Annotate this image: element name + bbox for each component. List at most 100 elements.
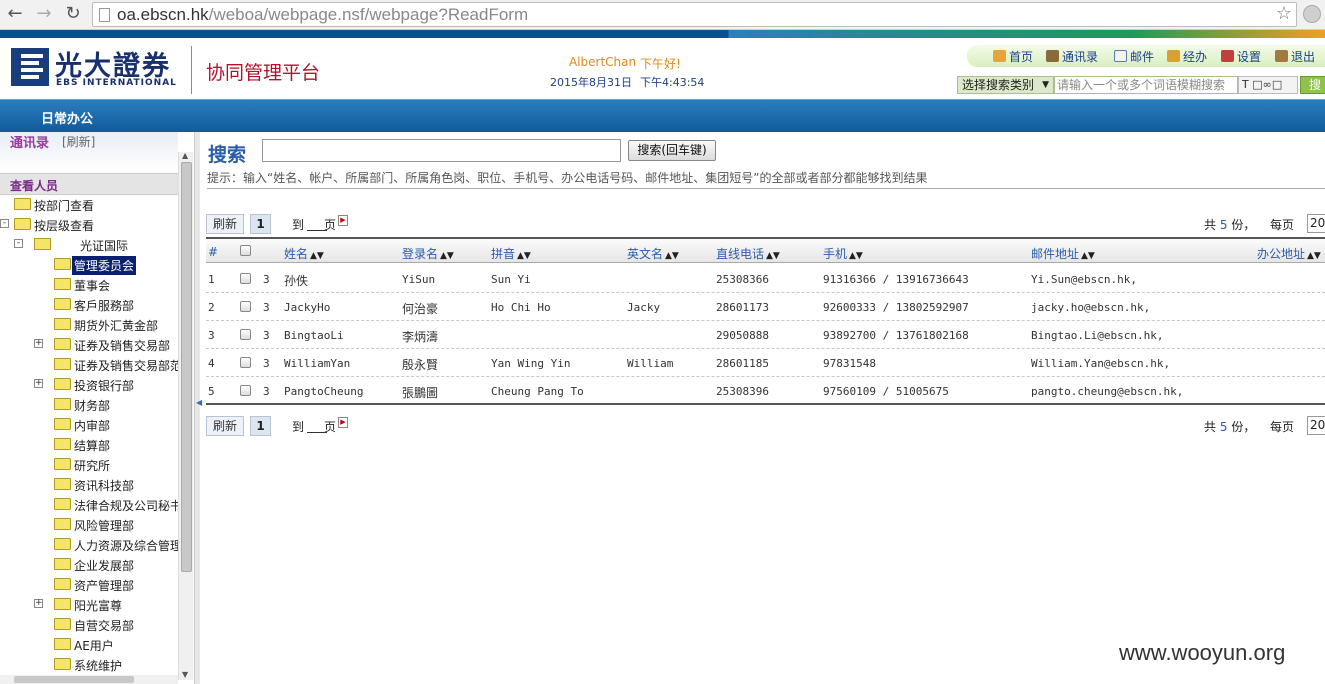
col-direct-phone[interactable]: 直线电话 ▲▼	[716, 245, 780, 262]
tree-item[interactable]: 资产管理部	[0, 575, 178, 595]
nav-daily-office[interactable]: 日常办公	[41, 108, 93, 127]
expand-icon[interactable]: +	[34, 379, 43, 388]
tasks-link[interactable]: 经办	[1167, 48, 1207, 65]
search-button[interactable]: 搜索(回车键)	[628, 140, 716, 161]
address-bar[interactable]: oa.ebscn.hk/weboa/webpage.nsf/webpage?Re…	[92, 2, 1297, 27]
sort-icon[interactable]: ▲▼	[665, 251, 679, 261]
row-checkbox[interactable]	[240, 329, 251, 340]
tree-item[interactable]: 企业发展部	[0, 555, 178, 575]
cell-name[interactable]: PangtoCheung	[284, 385, 363, 398]
attach-icon[interactable]: ∞	[1263, 78, 1272, 91]
page-number-button[interactable]: 1	[250, 416, 271, 436]
table-row[interactable]: 5 3 PangtoCheung 張鵬圖 Cheung Pang To 25308396 9…	[206, 377, 1325, 405]
back-icon[interactable]: ←	[4, 3, 26, 25]
goto-arrow-icon[interactable]: ▶	[338, 417, 348, 428]
global-search-button[interactable]: 搜	[1300, 76, 1325, 94]
sidebar-refresh-link[interactable]: [刷新]	[62, 133, 95, 150]
col-english[interactable]: 英文名 ▲▼	[627, 245, 679, 262]
contact-search-input[interactable]	[262, 139, 621, 162]
cell-name[interactable]: JackyHo	[284, 301, 330, 314]
folder-icon	[54, 658, 71, 670]
row-checkbox[interactable]	[240, 301, 251, 312]
mail-link[interactable]: 邮件	[1114, 48, 1154, 65]
forward-icon[interactable]: →	[33, 3, 55, 25]
sort-icon[interactable]: ▲▼	[1081, 251, 1095, 261]
cell-name[interactable]: WilliamYan	[284, 357, 350, 370]
page-number-button[interactable]: 1	[250, 214, 271, 234]
sort-icon[interactable]: ▲▼	[849, 251, 863, 261]
col-email[interactable]: 邮件地址 ▲▼	[1031, 245, 1095, 262]
tree-item[interactable]: 结算部	[0, 435, 178, 455]
sort-icon[interactable]: ▲▼	[440, 251, 454, 261]
tree-item[interactable]: 期货外汇黄金部	[0, 315, 178, 335]
col-mobile-label: 手机	[823, 247, 848, 261]
tree-item[interactable]: 证券及销售交易部范	[0, 355, 178, 375]
tree-item[interactable]: 客戶服務部	[0, 295, 178, 315]
sidebar-hscrollbar[interactable]	[0, 675, 178, 684]
option-checkbox-icon[interactable]: □	[1252, 78, 1262, 91]
hscrollbar-thumb[interactable]	[14, 676, 134, 683]
tree-item[interactable]: - 光证国际	[0, 235, 178, 255]
col-pinyin[interactable]: 拼音 ▲▼	[491, 245, 531, 262]
browser-menu-icon[interactable]	[1303, 5, 1321, 23]
collapse-icon[interactable]: -	[14, 239, 23, 248]
bookmark-star-icon[interactable]: ☆	[1276, 3, 1292, 24]
tree-item[interactable]: AE用户	[0, 635, 178, 655]
reload-icon[interactable]: ↻	[62, 3, 84, 25]
settings-link[interactable]: 设置	[1221, 48, 1261, 65]
tree-item[interactable]: 内审部	[0, 415, 178, 435]
tree-item[interactable]: 资讯科技部	[0, 475, 178, 495]
per-page-input[interactable]: 20	[1307, 214, 1325, 233]
search-category-select[interactable]: 选择搜索类别 ▼	[957, 76, 1054, 94]
select-all-checkbox[interactable]	[240, 245, 251, 256]
table-row[interactable]: 4 3 WilliamYan 殷永賢 Yan Wing Yin William 286011…	[206, 349, 1325, 377]
collapse-icon[interactable]: -	[0, 219, 9, 228]
expand-icon[interactable]: +	[34, 339, 43, 348]
sort-icon[interactable]: ▲▼	[517, 251, 531, 261]
logout-link[interactable]: 退出	[1275, 48, 1315, 65]
sidebar-scrollbar[interactable]: ▲ ▼	[178, 151, 193, 680]
cell-name[interactable]: 孙佚	[284, 272, 308, 289]
col-office[interactable]: 办公地址 ▲▼	[1257, 245, 1321, 262]
per-page-input[interactable]: 20	[1307, 416, 1325, 435]
table-row[interactable]: 2 3 JackyHo 何治豪 Ho Chi Ho Jacky 28601173 926003…	[206, 293, 1325, 321]
table-row[interactable]: 3 3 BingtaoLi 李炳濤 29050888 93892700 / 1376180…	[206, 321, 1325, 349]
row-checkbox[interactable]	[240, 273, 251, 284]
sort-icon[interactable]: ▲▼	[1307, 251, 1321, 261]
refresh-button[interactable]: 刷新	[206, 416, 244, 436]
tree-item[interactable]: 自营交易部	[0, 615, 178, 635]
tree-item[interactable]: 财务部	[0, 395, 178, 415]
col-name[interactable]: 姓名 ▲▼	[284, 245, 324, 262]
tree-item[interactable]: 研究所	[0, 455, 178, 475]
tree-item[interactable]: + 投资银行部	[0, 375, 178, 395]
tree-item[interactable]: + 阳光富尊	[0, 595, 178, 615]
scroll-up-icon[interactable]: ▲	[182, 151, 188, 160]
col-login[interactable]: 登录名 ▲▼	[402, 245, 454, 262]
row-checkbox[interactable]	[240, 385, 251, 396]
table-row[interactable]: 1 3 孙佚 YiSun Sun Yi 25308366 91316366 / 139167…	[206, 265, 1325, 293]
home-link[interactable]: 首页	[993, 48, 1033, 65]
contacts-link[interactable]: 通讯录	[1046, 48, 1098, 65]
scroll-down-icon[interactable]: ▼	[182, 670, 188, 679]
tree-item[interactable]: + 证券及销售交易部	[0, 335, 178, 355]
global-search-input[interactable]: 请输入一个或多个词语模糊搜索	[1054, 76, 1238, 94]
tree-item[interactable]: 风险管理部	[0, 515, 178, 535]
cell-name[interactable]: BingtaoLi	[284, 329, 344, 342]
row-checkbox[interactable]	[240, 357, 251, 368]
expand-icon[interactable]: +	[34, 599, 43, 608]
col-mobile[interactable]: 手机 ▲▼	[823, 245, 863, 262]
tree-item[interactable]: 董事会	[0, 275, 178, 295]
sort-icon[interactable]: ▲▼	[310, 251, 324, 261]
tree-item[interactable]: 人力资源及综合管理	[0, 535, 178, 555]
tree-item[interactable]: 法律合规及公司秘书	[0, 495, 178, 515]
option-checkbox-icon-2[interactable]: □	[1272, 78, 1282, 91]
tree-item[interactable]: 系统维护	[0, 655, 178, 675]
scrollbar-thumb[interactable]	[181, 162, 192, 572]
goto-arrow-icon[interactable]: ▶	[338, 215, 348, 226]
sort-icon[interactable]: ▲▼	[766, 251, 780, 261]
search-options[interactable]: T □∞□	[1238, 76, 1298, 94]
refresh-button[interactable]: 刷新	[206, 214, 244, 234]
tree-item[interactable]: 管理委员会	[0, 255, 178, 275]
tree-item[interactable]: 按部门查看	[0, 195, 178, 215]
tree-item[interactable]: - 按层级查看	[0, 215, 178, 235]
